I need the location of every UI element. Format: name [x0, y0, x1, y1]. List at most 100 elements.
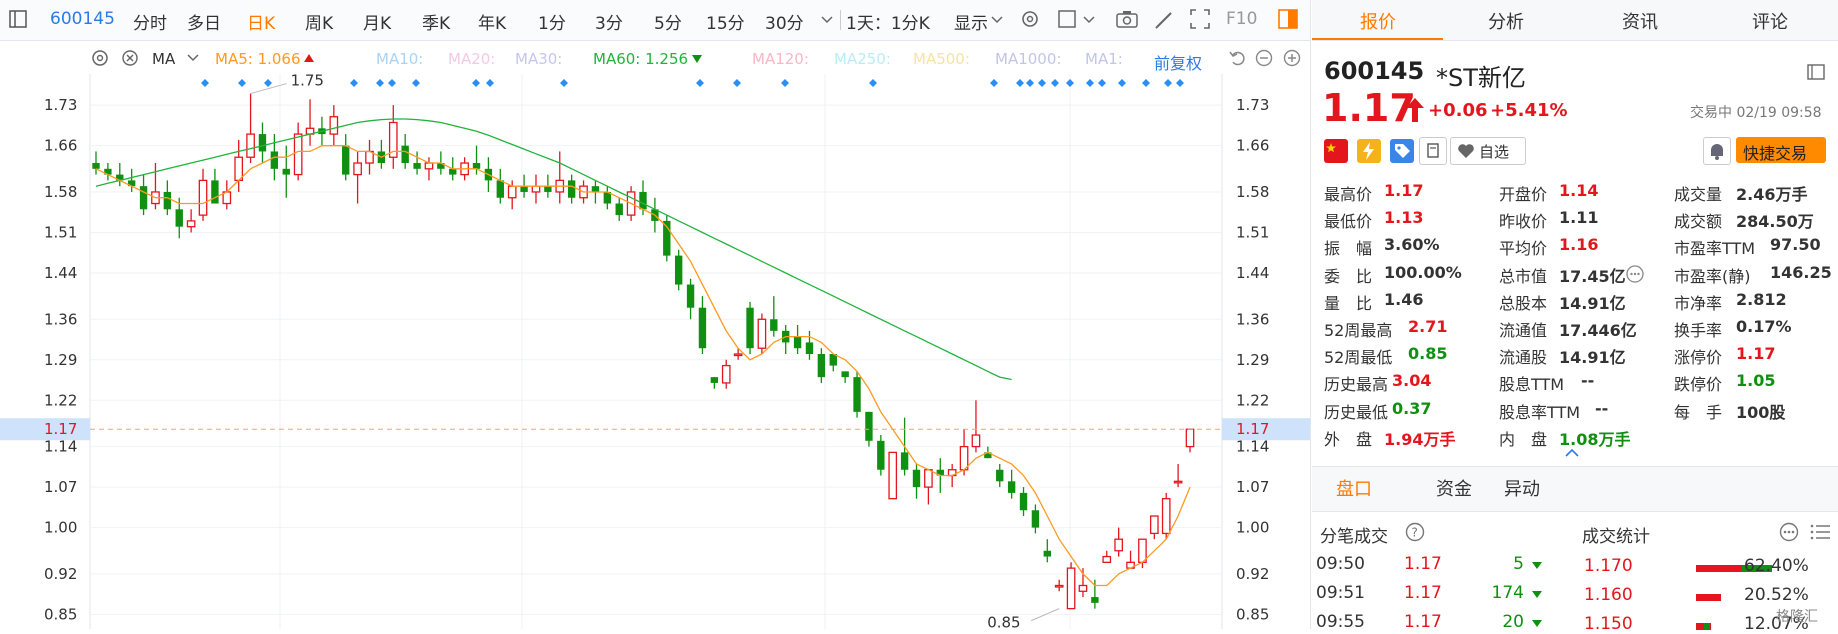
collapse-up-icon[interactable] — [1564, 446, 1580, 462]
chart-grid — [89, 74, 1223, 629]
chevron-down-icon[interactable] — [820, 6, 834, 36]
layout-icon[interactable] — [1806, 62, 1826, 86]
stat-label: 昨收价 — [1499, 212, 1548, 232]
y-tick-left: 1.36 — [44, 310, 77, 328]
notes-icon[interactable] — [1419, 137, 1447, 165]
period-15min[interactable]: 15分 — [706, 9, 745, 34]
pencil-icon[interactable] — [1152, 6, 1176, 36]
quick-trade-button[interactable]: 快捷交易 — [1736, 137, 1826, 163]
display-menu[interactable]: 显示 — [954, 9, 988, 34]
tab-comments[interactable]: 评论 — [1752, 8, 1788, 34]
period-weekly[interactable]: 周K — [305, 9, 333, 34]
ma30-label: MA30: — [515, 50, 563, 68]
more-icon[interactable] — [1778, 521, 1800, 547]
stat-value: 1.17 — [1384, 181, 1424, 200]
candle-up — [721, 364, 731, 384]
f10-button[interactable]: F10 — [1226, 9, 1257, 29]
stat-label: 委 比 — [1324, 266, 1373, 286]
list-icon[interactable] — [1810, 522, 1832, 546]
stat-label: 市净率 — [1674, 293, 1723, 313]
stat-value: 0.37 — [1392, 398, 1432, 418]
candlestick-chart[interactable]: 1.73 1.73 1.66 1.66 1.58 1.58 1.51 1.51 1.44 1.44… — [0, 74, 1310, 629]
y-tick-right: 1.14 — [1236, 438, 1269, 456]
candle-up — [1138, 538, 1147, 563]
subtab-bar: 盘口 资金 异动 — [1312, 466, 1838, 512]
zoom-in-icon[interactable] — [1282, 48, 1302, 72]
ma60-label: MA60: 1.256 — [593, 50, 689, 68]
china-flag-icon[interactable] — [1324, 139, 1348, 163]
more-icon[interactable] — [1625, 264, 1645, 288]
down-triangle-icon — [1532, 562, 1542, 569]
close-icon[interactable] — [120, 48, 140, 72]
tick-time: 09:51 — [1316, 583, 1365, 603]
tab-analysis[interactable]: 分析 — [1488, 8, 1524, 34]
heart-icon — [1458, 144, 1474, 158]
undo-icon[interactable] — [1228, 48, 1248, 72]
candle-down — [900, 452, 909, 470]
chevron-down-icon[interactable] — [186, 51, 200, 69]
ma-legend: MA MA5: 1.066 MA10: MA20: MA30: MA60: 1.… — [0, 41, 1310, 75]
tick-time: 09:50 — [1316, 554, 1365, 574]
period-1min[interactable]: 1分 — [538, 9, 566, 34]
candle-up — [1185, 428, 1195, 448]
stat-label: 涨停价 — [1674, 348, 1723, 368]
ma250-label: MA250: — [834, 50, 891, 68]
bell-icon[interactable] — [1703, 137, 1731, 165]
watchlist-button[interactable]: 自选 — [1450, 137, 1526, 165]
ma-title[interactable]: MA — [152, 50, 175, 68]
sidebar-toggle-icon[interactable] — [8, 6, 28, 36]
candle-up — [1161, 498, 1171, 535]
stat-label: 股息TTM — [1499, 375, 1565, 395]
candle-up — [246, 133, 255, 158]
square-icon[interactable] — [1056, 6, 1078, 36]
period-multiday[interactable]: 多日 — [187, 9, 221, 34]
y-tick-left: 1.29 — [44, 351, 77, 369]
period-monthly[interactable]: 月K — [363, 9, 391, 34]
range-select[interactable]: 1天：1分K — [846, 9, 930, 34]
stat-value: 3.04 — [1392, 371, 1432, 391]
y-tick-right: 1.73 — [1236, 96, 1269, 114]
period-minute[interactable]: 分时 — [133, 9, 167, 34]
last-price: 1.17 — [1322, 86, 1416, 130]
stat-value: 1.94万手 — [1384, 429, 1456, 449]
period-daily[interactable]: 日K — [247, 9, 275, 34]
subtab-fund[interactable]: 资金 — [1436, 475, 1472, 501]
gear-icon[interactable] — [1018, 6, 1042, 36]
camera-icon[interactable] — [1114, 6, 1140, 36]
period-3min[interactable]: 3分 — [595, 9, 623, 34]
stat-value: 100.00% — [1384, 262, 1462, 282]
chevron-down-icon[interactable] — [990, 6, 1004, 36]
candle-down — [674, 255, 683, 285]
candle-down — [472, 163, 481, 169]
y-tick-left: 1.14 — [44, 438, 77, 456]
period-quarterly[interactable]: 季K — [422, 9, 450, 34]
tag-icon[interactable] — [1390, 139, 1414, 163]
tick-volume: 5 — [1513, 554, 1524, 574]
divider — [840, 10, 841, 30]
fullscreen-icon[interactable] — [1188, 6, 1212, 36]
candle-up — [293, 133, 303, 176]
subtab-book[interactable]: 盘口 — [1336, 475, 1372, 501]
candle-up — [757, 318, 767, 349]
adjust-select[interactable]: 前复权 — [1154, 50, 1202, 74]
ma10-label: MA10: — [376, 50, 424, 68]
candle-down — [567, 180, 576, 198]
settings-gear-icon[interactable] — [90, 48, 110, 72]
y-tick-left: 1.58 — [44, 183, 77, 201]
period-30min[interactable]: 30分 — [765, 9, 804, 34]
ma1-label: MA1: — [1085, 50, 1123, 68]
tab-bar: 报价 分析 资讯 评论 — [1312, 0, 1838, 41]
chevron-down-icon[interactable] — [1082, 6, 1096, 36]
zoom-out-icon[interactable] — [1254, 48, 1274, 72]
subtab-events[interactable]: 异动 — [1504, 475, 1540, 501]
candle-down — [496, 180, 504, 198]
panel-toggle-icon[interactable] — [1276, 6, 1300, 36]
period-yearly[interactable]: 年K — [478, 9, 506, 34]
tab-quote[interactable]: 报价 — [1360, 8, 1396, 34]
period-5min[interactable]: 5分 — [654, 9, 682, 34]
tab-news[interactable]: 资讯 — [1622, 8, 1658, 34]
lightning-icon[interactable] — [1357, 139, 1381, 163]
svg-text:?: ? — [1412, 526, 1418, 540]
help-icon[interactable]: ? — [1404, 521, 1426, 547]
stat-label: 每 手 — [1674, 402, 1723, 422]
